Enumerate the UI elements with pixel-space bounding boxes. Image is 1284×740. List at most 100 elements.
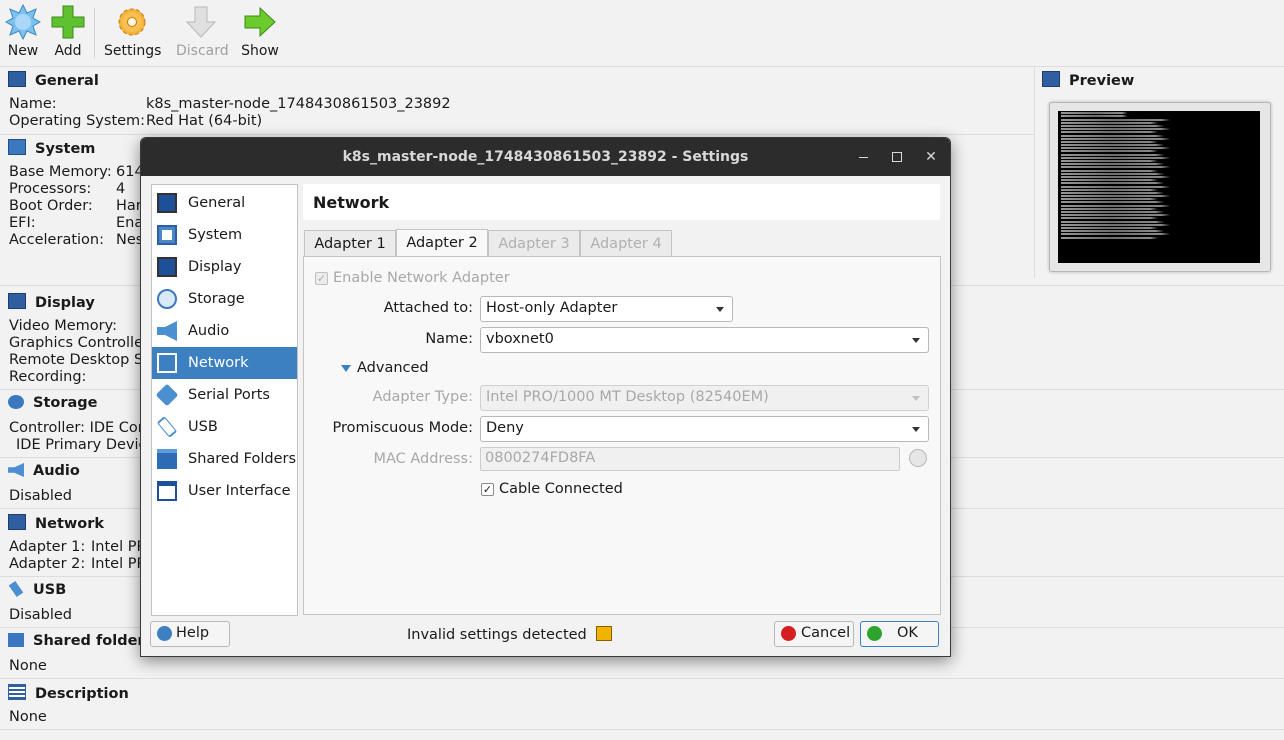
console-text-line [1061,131,1223,134]
category-storage[interactable]: Storage [152,283,297,315]
dialog-title: k8s_master-node_1748430861503_23892 - Se… [342,149,749,165]
close-icon: ✕ [925,149,937,165]
category-display[interactable]: Display [152,251,297,283]
description-section-header[interactable]: Description [8,684,129,702]
category-general[interactable]: General [152,187,297,219]
category-shared-folders[interactable]: Shared Folders [152,443,297,475]
settings-button[interactable]: Settings [104,4,161,59]
system-row: Boot Order: Har [9,198,142,214]
storage-row: IDE Primary Device [16,437,156,453]
cancel-button[interactable]: Cancel [774,621,854,647]
category-network[interactable]: Network [152,347,297,379]
page-title: Network [313,193,390,212]
chevron-down-icon [912,427,920,432]
page-header: Network [303,184,940,220]
console-text-line [1061,201,1233,204]
system-section-header[interactable]: System [8,139,95,157]
monitor-icon [1042,71,1060,87]
console-text-line [1061,214,1243,217]
console-text-line [1061,150,1223,153]
network-section-header[interactable]: Network [8,514,104,532]
speaker-icon [8,463,24,477]
category-usb[interactable]: USB [152,411,297,443]
arrow-right-icon [244,6,276,38]
mac-address-label: MAC Address: [373,451,473,467]
category-system[interactable]: System [152,219,297,251]
ok-button[interactable]: OK [860,621,939,647]
console-text-line [1061,211,1233,213]
console-text-line [1061,147,1243,150]
audio-section-header[interactable]: Audio [8,463,80,479]
console-text-line [1061,188,1223,191]
enable-adapter-checkbox[interactable]: ✓ [315,272,328,285]
window-icon [157,481,177,501]
category-serial-ports[interactable]: Serial Ports [152,379,297,411]
console-text-line [1061,166,1243,169]
advanced-toggle[interactable]: Advanced [357,360,429,376]
name-label: Name: [425,331,473,347]
add-button[interactable]: Add [50,4,86,59]
divider [0,678,1284,679]
folder-icon [157,449,177,469]
adapter-type-select[interactable]: Intel PRO/1000 MT Desktop (82540EM) [480,385,929,411]
console-text-line [1061,230,1233,233]
new-button[interactable]: New [5,4,41,59]
preview-thumbnail[interactable] [1049,102,1271,272]
plus-icon [51,5,85,39]
description-row: None [9,709,47,725]
warning-icon[interactable] [596,626,613,641]
promiscuous-mode-select[interactable]: Deny [480,416,929,442]
help-button[interactable]: Help [150,621,230,647]
tab-adapter-4[interactable]: Adapter 4 [580,230,672,257]
gear-icon [118,8,146,36]
maximize-button[interactable] [887,147,907,167]
console-text-line [1061,163,1233,166]
divider [0,134,1034,135]
tab-adapter-3[interactable]: Adapter 3 [488,230,580,257]
refresh-mac-icon[interactable] [909,449,927,467]
minimize-icon [858,156,868,158]
preview-section-header[interactable]: Preview [1042,71,1134,89]
chevron-down-icon [716,307,724,312]
discard-button[interactable]: Discard [176,4,229,59]
dialog-titlebar[interactable]: k8s_master-node_1748430861503_23892 - Se… [141,138,950,176]
console-text-line [1061,118,1243,121]
expand-triangle-icon[interactable] [341,365,351,372]
shared-folders-section-header[interactable]: Shared folders [8,633,153,649]
speaker-icon [157,321,177,341]
console-text-line [1061,115,1173,118]
console-text-line [1061,223,1243,226]
minimize-button[interactable] [853,147,873,167]
console-text-line [1061,160,1223,162]
console-text-line [1061,153,1233,156]
close-button[interactable]: ✕ [921,147,941,167]
tab-adapter-2[interactable]: Adapter 2 [396,229,488,257]
display-icon [8,293,26,309]
attached-to-select[interactable]: Host-only Adapter [480,296,733,322]
storage-section-header[interactable]: Storage [8,395,98,411]
display-section-header[interactable]: Display [8,293,95,311]
status-message: Invalid settings detected [407,626,613,643]
general-section-header[interactable]: General [8,71,99,89]
console-text-line [1061,175,1243,178]
cable-connected-checkbox[interactable]: ✓ [481,483,494,496]
console-text-line [1061,172,1233,175]
console-text-line [1061,226,1223,229]
maximize-icon [892,152,902,162]
category-list: General System Display Storage Audio Net… [151,184,298,616]
category-audio[interactable]: Audio [152,315,297,347]
name-select[interactable]: vboxnet0 [480,327,929,353]
tab-adapter-1[interactable]: Adapter 1 [304,230,396,257]
chevron-down-icon [912,396,920,401]
console-text-line [1061,137,1243,140]
mac-address-field[interactable]: 0800274FD8FA [480,447,900,471]
console-text-line [1061,191,1233,194]
console-text-line [1061,233,1243,236]
show-button[interactable]: Show [241,4,279,59]
usb-section-header[interactable]: USB [8,580,66,598]
network-icon [8,514,26,530]
display-row: Remote Desktop Se [9,352,153,368]
category-user-interface[interactable]: User Interface [152,475,297,507]
console-text-line [1061,121,1223,124]
console-text-line [1061,128,1243,131]
